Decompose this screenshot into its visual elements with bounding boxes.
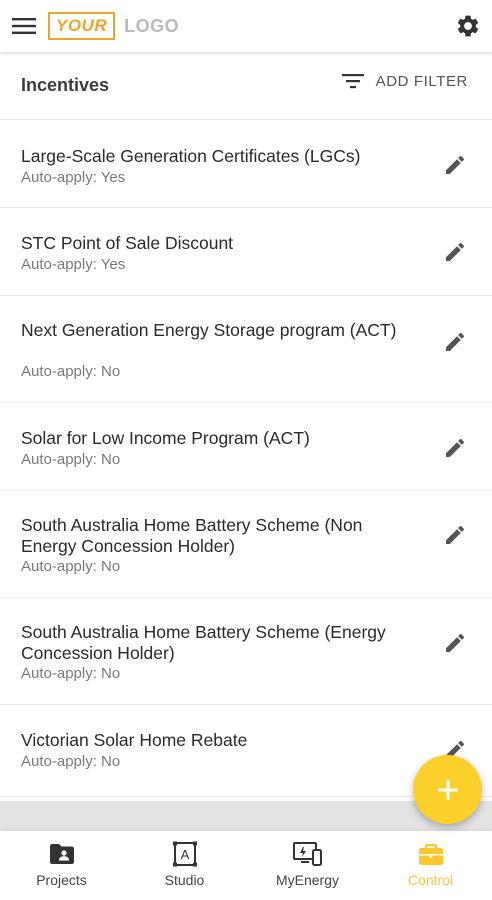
incentive-title: South Australia Home Battery Scheme (Non… <box>21 515 363 556</box>
incentive-title: STC Point of Sale Discount <box>21 233 234 253</box>
gear-icon <box>457 15 479 37</box>
list-item[interactable]: South Australia Home Battery Scheme (Ene… <box>0 598 492 705</box>
incentive-title: Victorian Solar Home Rebate <box>21 730 248 750</box>
plus-icon <box>437 779 458 800</box>
nav-label: Projects <box>36 872 87 888</box>
nav-control[interactable]: Control <box>369 831 492 900</box>
edit-button[interactable] <box>438 431 472 465</box>
incentives-header: Incentives ADD FILTER <box>0 52 492 120</box>
briefcase-icon <box>418 844 443 865</box>
app-logo: YOUR LOGO <box>48 12 179 40</box>
hamburger-menu-icon <box>12 18 36 34</box>
incentive-auto-apply: Auto-apply: Yes <box>21 169 126 186</box>
svg-text:A: A <box>180 847 189 862</box>
incentive-auto-apply: Auto-apply: No <box>21 558 121 575</box>
pencil-icon <box>446 633 465 652</box>
menu-button[interactable] <box>4 6 44 46</box>
studio-icon: A <box>172 841 197 867</box>
incentive-auto-apply: Auto-apply: No <box>21 753 121 770</box>
add-filter-button[interactable]: ADD FILTER <box>341 72 468 90</box>
settings-button[interactable] <box>448 6 488 46</box>
list-item[interactable]: Large-Scale Generation Certificates (LGC… <box>0 120 492 208</box>
pencil-icon <box>446 242 465 261</box>
nav-label: MyEnergy <box>275 872 340 888</box>
incentive-auto-apply: Auto-apply: No <box>21 451 121 468</box>
bottom-navigation: Projects A Studio MyEnergy Control <box>0 831 492 900</box>
list-item[interactable]: Next Generation Energy Storage program (… <box>0 296 492 403</box>
nav-myenergy[interactable]: MyEnergy <box>246 831 369 900</box>
nav-label: Studio <box>164 872 205 888</box>
list-item[interactable]: Solar for Low Income Program (ACT) Auto-… <box>0 403 492 491</box>
list-item[interactable]: STC Point of Sale Discount Auto-apply: Y… <box>0 208 492 296</box>
logo-box-text: YOUR <box>48 12 116 40</box>
edit-button[interactable] <box>438 148 472 182</box>
pencil-icon <box>446 332 465 351</box>
list-item[interactable]: South Australia Home Battery Scheme (Non… <box>0 491 492 598</box>
add-incentive-fab[interactable] <box>413 755 482 824</box>
incentive-title: South Australia Home Battery Scheme (Ene… <box>21 622 386 663</box>
edit-button[interactable] <box>438 235 472 269</box>
incentive-auto-apply: Auto-apply: No <box>21 665 121 682</box>
edit-button[interactable] <box>438 325 472 359</box>
nav-projects[interactable]: Projects <box>0 831 123 900</box>
folder-person-icon <box>49 844 74 864</box>
incentive-auto-apply: Auto-apply: Yes <box>21 256 126 273</box>
filter-icon <box>341 74 364 89</box>
incentive-auto-apply: Auto-apply: No <box>21 363 121 380</box>
edit-button[interactable] <box>438 626 472 660</box>
nav-studio[interactable]: A Studio <box>123 831 246 900</box>
nav-label: Control <box>407 872 454 888</box>
app-bar: YOUR LOGO <box>0 0 492 52</box>
incentive-title: Solar for Low Income Program (ACT) <box>21 428 310 448</box>
incentive-title: Next Generation Energy Storage program (… <box>21 320 397 340</box>
incentive-title: Large-Scale Generation Certificates (LGC… <box>21 146 361 166</box>
pencil-icon <box>446 155 465 174</box>
pencil-icon <box>446 525 465 544</box>
incentives-list: Large-Scale Generation Certificates (LGC… <box>0 120 492 800</box>
page-title: Incentives <box>21 75 110 95</box>
add-filter-label: ADD FILTER <box>375 72 468 90</box>
pencil-icon <box>446 438 465 457</box>
monitor-energy-icon <box>292 842 322 866</box>
edit-button[interactable] <box>438 518 472 552</box>
logo-text: LOGO <box>124 15 180 36</box>
